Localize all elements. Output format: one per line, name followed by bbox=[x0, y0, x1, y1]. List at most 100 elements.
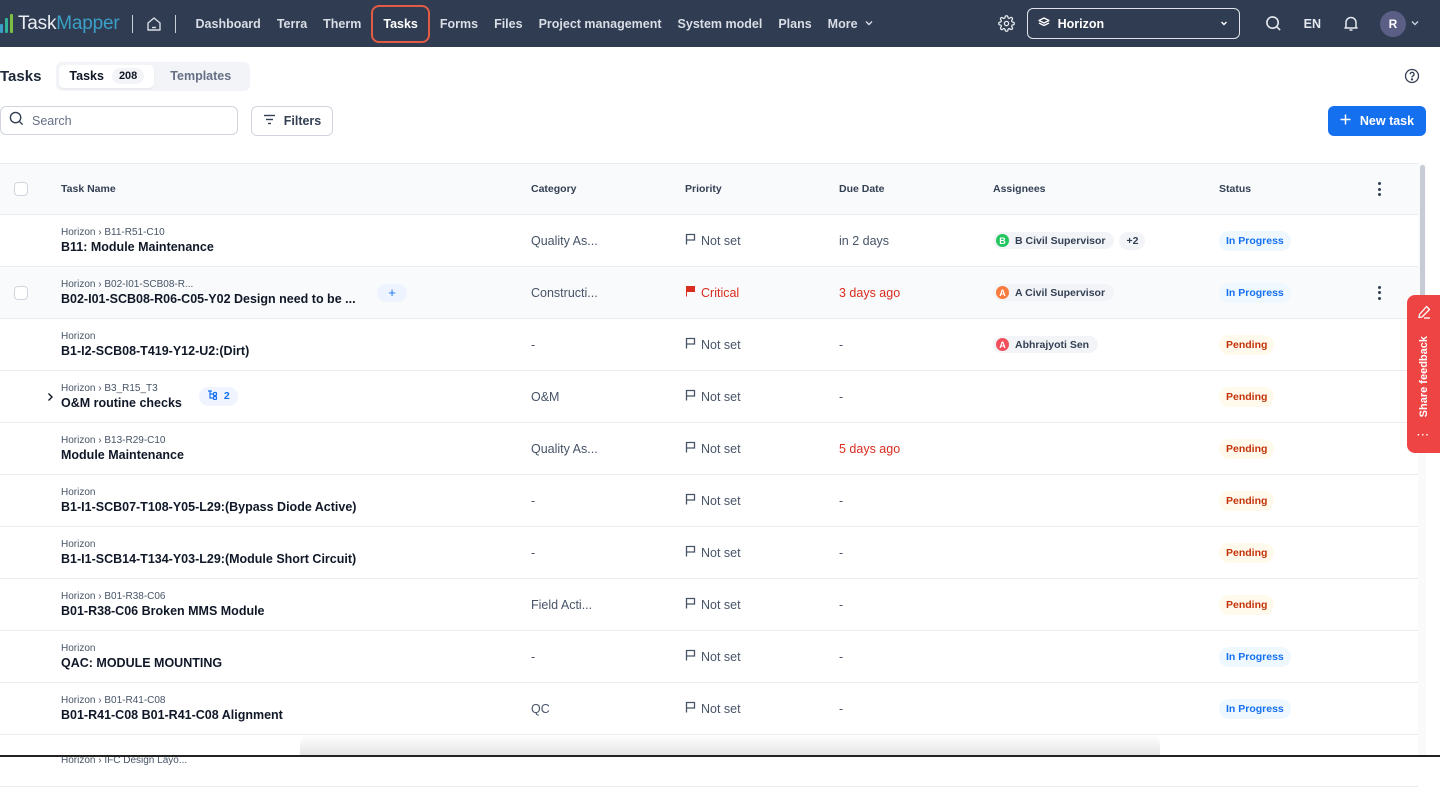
nav-item-dashboard[interactable]: Dashboard bbox=[188, 9, 269, 39]
status-badge[interactable]: Pending bbox=[1219, 438, 1275, 459]
assignee-chip[interactable]: A Abhrajyoti Sen bbox=[993, 336, 1099, 353]
nav-item-system-model[interactable]: System model bbox=[670, 9, 771, 39]
global-search-icon[interactable] bbox=[1265, 15, 1282, 32]
status-badge[interactable]: Pending bbox=[1219, 386, 1275, 407]
column-options-menu[interactable] bbox=[1375, 164, 1383, 214]
table-row[interactable]: Horizon › B01-R38-C06 B01-R38-C06 Broken … bbox=[0, 579, 1418, 631]
assignee-chip[interactable]: A A Civil Supervisor bbox=[993, 284, 1115, 301]
nav-item-files[interactable]: Files bbox=[486, 9, 531, 39]
table-row[interactable]: Horizon › B13-R29-C10 Module Maintenance Q… bbox=[0, 423, 1418, 475]
table-row[interactable]: Horizon › B02-I01-SCB08-R... B02-I01-SCB0… bbox=[0, 267, 1418, 319]
column-header-status[interactable]: Status bbox=[1219, 164, 1251, 214]
priority-cell[interactable]: Not set bbox=[685, 371, 741, 422]
tab-tasks[interactable]: Tasks 208 bbox=[59, 64, 155, 88]
search-input[interactable] bbox=[32, 113, 212, 128]
priority-label: Not set bbox=[701, 649, 741, 664]
new-task-button[interactable]: New task bbox=[1328, 106, 1426, 136]
task-name-cell[interactable]: Horizon › B11-R51-C10 B11: Module Mainten… bbox=[61, 215, 214, 266]
app-logo[interactable]: TaskMapper bbox=[0, 0, 120, 47]
row-checkbox[interactable] bbox=[14, 285, 28, 300]
priority-cell[interactable]: Not set bbox=[685, 683, 741, 734]
task-name: B02-I01-SCB08-R06-C05-Y02 Design need to… bbox=[61, 292, 356, 306]
task-name-cell[interactable]: Horizon › B13-R29-C10 Module Maintenance bbox=[61, 423, 184, 474]
status-badge[interactable]: Pending bbox=[1219, 594, 1275, 615]
settings-gear-icon[interactable] bbox=[997, 15, 1015, 32]
task-name-cell[interactable]: Horizon B1-I2-SCB08-T419-Y12-U2:(Dirt) bbox=[61, 319, 249, 370]
subtasks-icon bbox=[207, 389, 218, 403]
status-badge[interactable]: Pending bbox=[1219, 490, 1275, 511]
task-name-cell[interactable]: Horizon › B02-I01-SCB08-R... B02-I01-SCB0… bbox=[61, 267, 356, 318]
user-menu[interactable]: R bbox=[1380, 10, 1420, 37]
assignees-cell[interactable]: B B Civil Supervisor +2 bbox=[993, 215, 1146, 266]
status-badge[interactable]: In Progress bbox=[1219, 282, 1291, 303]
column-header-due-date[interactable]: Due Date bbox=[839, 164, 885, 214]
status-badge[interactable]: Pending bbox=[1219, 542, 1275, 563]
row-options-menu[interactable] bbox=[1375, 267, 1383, 318]
task-name-cell[interactable]: Horizon › IFC Design Layo... bbox=[61, 735, 187, 786]
table-row[interactable]: Horizon B1-I1-SCB07-T108-Y05-L29:(Bypass … bbox=[0, 475, 1418, 527]
task-name-cell[interactable]: Horizon B1-I1-SCB07-T108-Y05-L29:(Bypass … bbox=[61, 475, 356, 526]
priority-cell[interactable]: Not set bbox=[685, 631, 741, 682]
expand-row-chevron-icon[interactable] bbox=[46, 371, 54, 422]
task-name-cell[interactable]: Horizon QAC: MODULE MOUNTING bbox=[61, 631, 222, 682]
nav-item-terra[interactable]: Terra bbox=[269, 9, 315, 39]
table-row[interactable]: Horizon › B01-R41-C08 B01-R41-C08 B01-R41… bbox=[0, 683, 1418, 735]
task-name-cell[interactable]: Horizon › B01-R38-C06 B01-R38-C06 Broken … bbox=[61, 579, 265, 630]
notifications-bell-icon[interactable] bbox=[1343, 15, 1359, 32]
nav-item-project-management[interactable]: Project management bbox=[531, 9, 670, 39]
column-header-priority[interactable]: Priority bbox=[685, 164, 722, 214]
tab-templates[interactable]: Templates bbox=[154, 65, 247, 88]
priority-cell[interactable]: Not set bbox=[685, 215, 741, 266]
nav-more-menu[interactable]: More bbox=[820, 9, 882, 39]
nav-item-plans[interactable]: Plans bbox=[770, 9, 819, 39]
home-icon[interactable] bbox=[145, 15, 163, 33]
search-input-wrapper[interactable] bbox=[0, 106, 238, 135]
language-selector[interactable]: EN bbox=[1304, 17, 1321, 31]
add-subtask-button[interactable]: + bbox=[377, 267, 407, 318]
priority-cell[interactable]: Not set bbox=[685, 579, 741, 630]
due-date: - bbox=[839, 389, 844, 404]
priority-cell[interactable]: Not set bbox=[685, 423, 741, 474]
table-row[interactable]: Horizon B1-I2-SCB08-T419-Y12-U2:(Dirt) - No… bbox=[0, 319, 1418, 371]
priority-label: Not set bbox=[701, 389, 741, 404]
assignees-cell[interactable]: A Abhrajyoti Sen bbox=[993, 319, 1099, 370]
table-row[interactable]: Horizon B1-I1-SCB14-T134-Y03-L29:(Module … bbox=[0, 527, 1418, 579]
table-row[interactable]: Horizon QAC: MODULE MOUNTING - Not set - In P… bbox=[0, 631, 1418, 683]
task-name-cell[interactable]: Horizon › B3_R15_T3 O&M routine checks 2 bbox=[61, 371, 238, 422]
help-icon[interactable] bbox=[1404, 68, 1420, 89]
task-name: B1-I1-SCB07-T108-Y05-L29:(Bypass Diode A… bbox=[61, 500, 357, 514]
nav-item-therm[interactable]: Therm bbox=[315, 9, 369, 39]
status-badge[interactable]: Pending bbox=[1219, 334, 1275, 355]
assignee-chip[interactable]: B B Civil Supervisor bbox=[993, 232, 1115, 249]
column-header-category[interactable]: Category bbox=[531, 164, 577, 214]
table-row[interactable]: Horizon › B3_R15_T3 O&M routine checks 2 O&… bbox=[0, 371, 1418, 423]
nav-item-forms[interactable]: Forms bbox=[432, 9, 486, 39]
task-name-cell[interactable]: Horizon B1-I1-SCB14-T134-Y03-L29:(Module … bbox=[61, 527, 356, 578]
flag-icon bbox=[685, 389, 696, 404]
task-breadcrumb: Horizon bbox=[61, 643, 96, 654]
assignees-cell[interactable]: A A Civil Supervisor bbox=[993, 267, 1115, 318]
more-assignees-badge[interactable]: +2 bbox=[1119, 231, 1146, 250]
scrollbar-thumb[interactable] bbox=[1420, 165, 1425, 315]
priority-cell[interactable]: Critical bbox=[685, 267, 739, 318]
task-name: Module Maintenance bbox=[61, 448, 184, 462]
table-row[interactable]: Horizon › B11-R51-C10 B11: Module Mainten… bbox=[0, 215, 1418, 267]
project-selector[interactable]: Horizon bbox=[1026, 8, 1240, 39]
table-header: Task Name Category Priority Due Date Ass… bbox=[0, 163, 1418, 215]
status-badge[interactable]: In Progress bbox=[1219, 230, 1291, 251]
filters-button[interactable]: Filters bbox=[251, 106, 333, 136]
flag-icon bbox=[685, 597, 696, 612]
status-badge[interactable]: In Progress bbox=[1219, 646, 1291, 667]
status-badge[interactable]: In Progress bbox=[1219, 698, 1291, 719]
priority-cell[interactable]: Not set bbox=[685, 527, 741, 578]
column-header-assignees[interactable]: Assignees bbox=[993, 164, 1046, 214]
priority-cell[interactable]: Not set bbox=[685, 475, 741, 526]
subtasks-badge[interactable]: 2 bbox=[198, 386, 238, 406]
assignee-name: A Civil Supervisor bbox=[1015, 286, 1106, 299]
share-feedback-button[interactable]: Share feedback ··· bbox=[1407, 295, 1440, 453]
select-all-checkbox[interactable] bbox=[14, 182, 28, 196]
task-name-cell[interactable]: Horizon › B01-R41-C08 B01-R41-C08 B01-R41… bbox=[61, 683, 283, 734]
nav-item-tasks[interactable]: Tasks bbox=[371, 4, 430, 43]
priority-cell[interactable]: Not set bbox=[685, 319, 741, 370]
column-header-task-name[interactable]: Task Name bbox=[61, 164, 116, 214]
